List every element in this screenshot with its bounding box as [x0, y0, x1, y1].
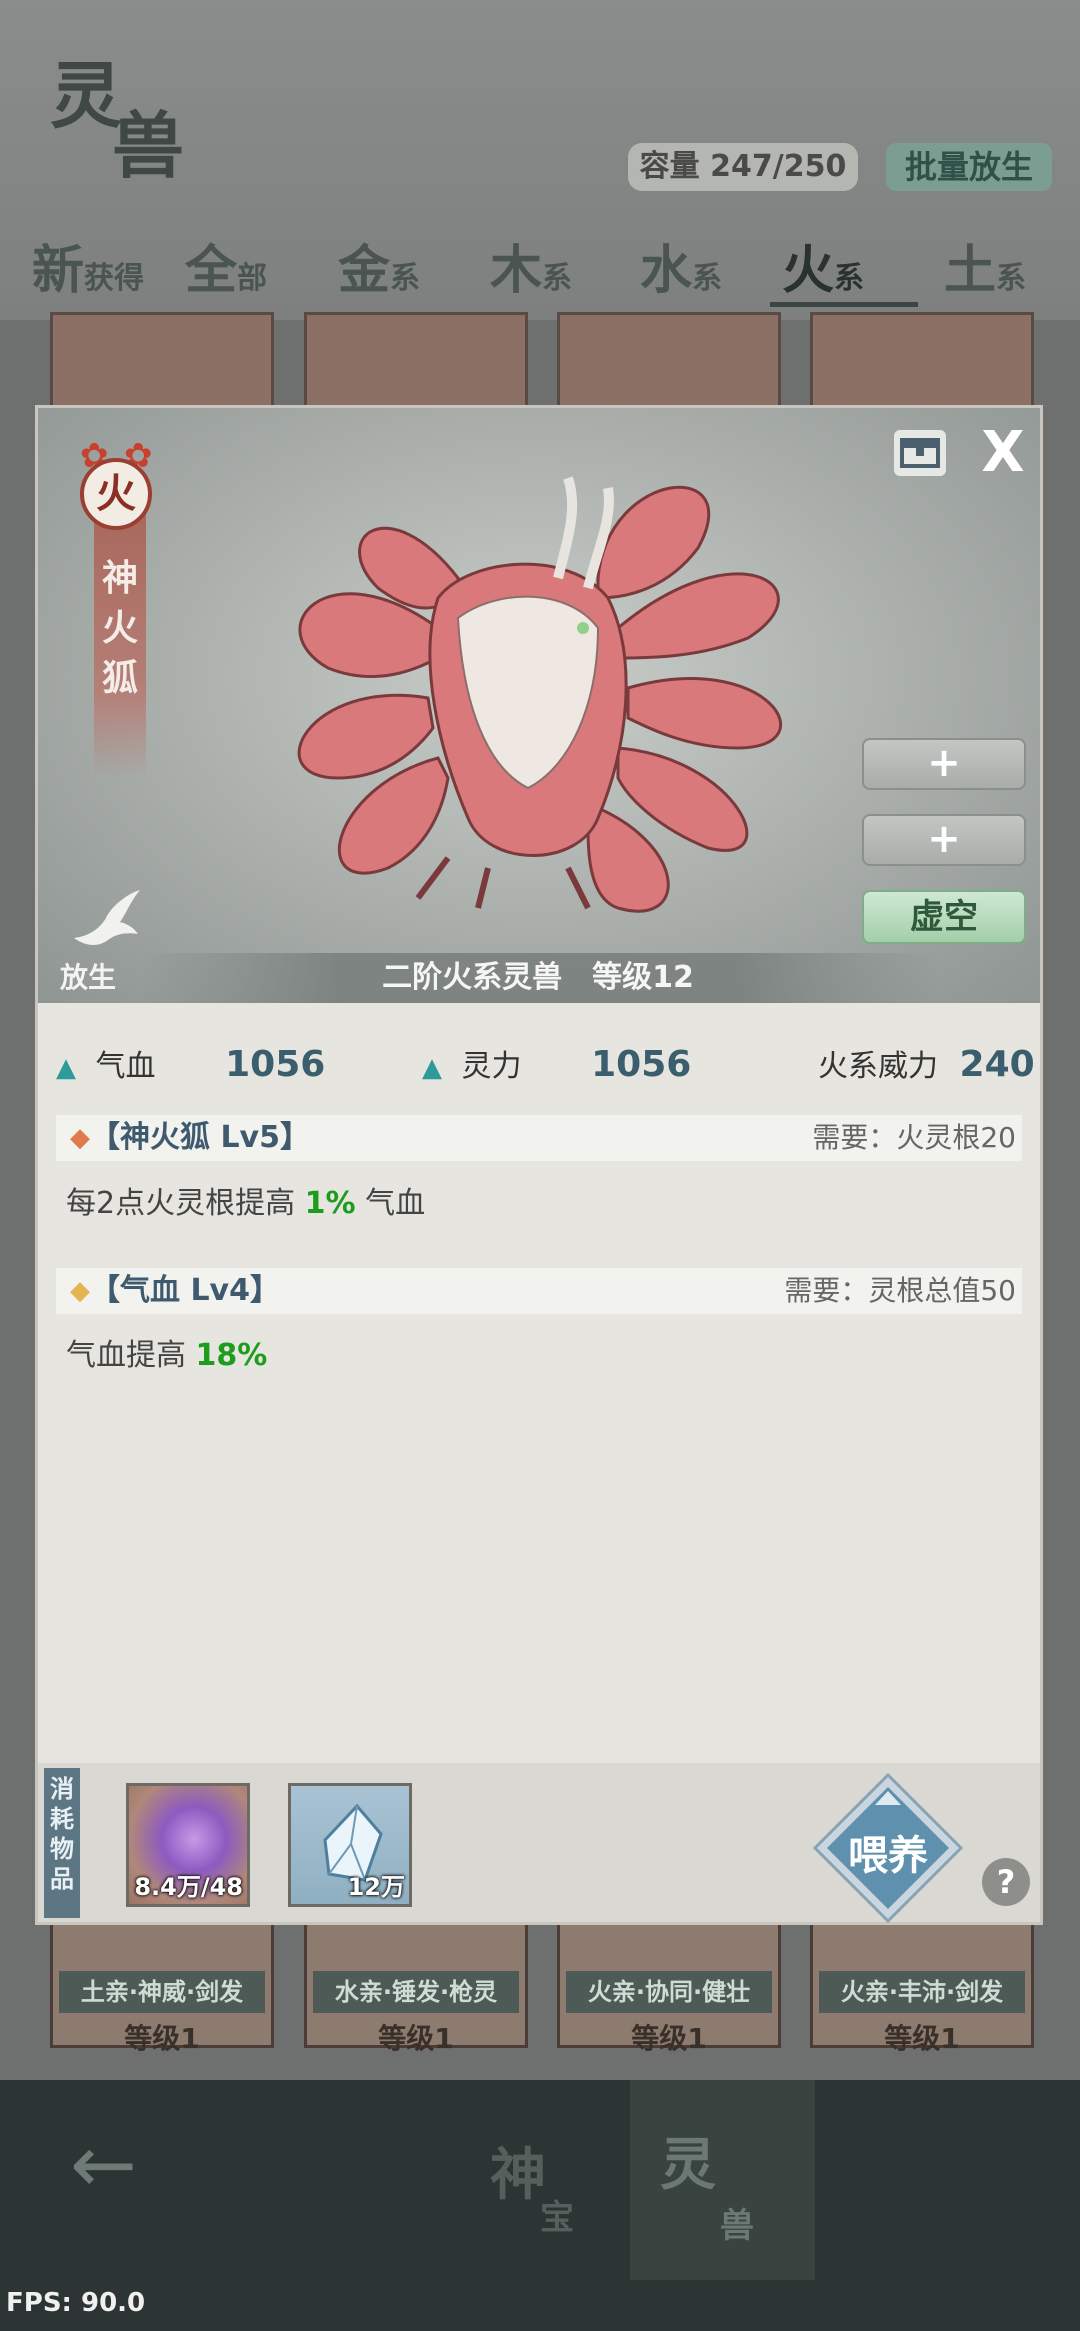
beast-portrait-area: ✿ ✿ 火 神火狐 放生 X + + 虚空 二阶火系灵兽 等级12 [38, 408, 1040, 1003]
item-spirit-crystal[interactable]: 12万 [288, 1783, 412, 1907]
release-button[interactable]: 放生 [60, 888, 150, 994]
release-label: 放生 [60, 961, 117, 994]
void-slot-button[interactable]: 虚空 [862, 890, 1026, 944]
tab-wood[interactable]: 木系 [490, 228, 572, 301]
beast-name-banner: ✿ ✿ 火 神火狐 [80, 436, 160, 798]
rank-level-label: 二阶火系灵兽 等级12 [138, 953, 938, 1003]
skill-header: ◆ 【气血 Lv4】 需要：灵根总值50 [56, 1268, 1022, 1314]
nav-divine-treasure[interactable]: 神 宝 [490, 2110, 610, 2260]
beast-card-tags: 火亲·丰沛·剑发 [819, 1971, 1025, 2013]
item-quantity: 8.4万/48 [134, 1873, 243, 1901]
beast-card[interactable] [304, 312, 528, 415]
back-arrow-icon[interactable]: ← [70, 2125, 170, 2205]
diamond-icon: ◆ [70, 1276, 90, 1306]
tab-metal[interactable]: 金系 [338, 228, 420, 301]
diamond-icon: ◆ [70, 1123, 90, 1153]
skill-header: ◆ 【神火狐 Lv5】 需要：火灵根20 [56, 1115, 1022, 1161]
feed-label: 喂养 [848, 1833, 928, 1879]
tab-earth[interactable]: 土系 [944, 228, 1026, 301]
stat-spirit-value: 1056 [591, 1044, 692, 1085]
stat-spirit: ▲ 灵力 1056 [422, 1040, 691, 1090]
tab-new[interactable]: 新获得 [32, 228, 144, 301]
skill-title: 【气血 Lv4】 [90, 1273, 280, 1308]
beast-card[interactable]: 土亲·神威·剑发 等级1 [50, 1925, 274, 2055]
beast-card[interactable] [557, 312, 781, 415]
beast-card-tags: 火亲·协同·健壮 [566, 1971, 772, 2013]
tab-fire[interactable]: 火系 [782, 228, 864, 301]
help-icon[interactable]: ? [982, 1858, 1030, 1906]
dove-icon [74, 890, 140, 945]
capacity-counter: 容量 247/250 [628, 143, 858, 191]
nine-tailed-fox-illustration [297, 476, 783, 913]
beast-card-level: 等级1 [124, 2022, 200, 2055]
chest-icon[interactable] [894, 430, 946, 476]
batch-release-button[interactable]: 批量放生 [886, 143, 1052, 191]
spirit-beast-logo: 灵 兽 [20, 40, 220, 200]
triangle-up-icon: ▲ [422, 1053, 442, 1083]
stat-spirit-label: 灵力 [461, 1049, 522, 1084]
tab-all[interactable]: 全部 [185, 228, 267, 301]
skill-description: 气血提高 18% [66, 1338, 268, 1373]
stat-fire-power-value: 240 [959, 1044, 1035, 1085]
item-purple-orb[interactable]: 8.4万/48 [126, 1783, 250, 1907]
beast-card[interactable] [50, 312, 274, 415]
beast-card[interactable]: 水亲·锤发·枪灵 等级1 [304, 1925, 528, 2055]
skill-title: 【神火狐 Lv5】 [90, 1120, 310, 1155]
beast-card-level: 等级1 [884, 2022, 960, 2055]
stat-hp-label: 气血 [95, 1049, 156, 1084]
beast-card-level: 等级1 [378, 2022, 454, 2055]
fps-counter: FPS: 90.0 [6, 2288, 146, 2318]
add-slot-button[interactable]: + [862, 814, 1026, 866]
beast-detail-modal: ✿ ✿ 火 神火狐 放生 X + + 虚空 二阶火系灵兽 等级12 ▲ 气血 1… [35, 405, 1043, 1925]
beast-card[interactable]: 火亲·协同·健壮 等级1 [557, 1925, 781, 2055]
skill-description: 每2点火灵根提高 1% 气血 [66, 1186, 426, 1221]
stat-fire-power: 火系威力 240 [818, 1040, 1035, 1090]
fire-element-badge: 火 [80, 458, 152, 530]
beast-card[interactable]: 火亲·丰沛·剑发 等级1 [810, 1925, 1034, 2055]
item-quantity: 12万 [347, 1873, 405, 1901]
stat-hp: ▲ 气血 1056 [56, 1040, 325, 1090]
stat-fire-power-label: 火系威力 [818, 1049, 938, 1084]
feed-button[interactable]: 喂养 [812, 1772, 964, 1924]
close-icon[interactable]: X [976, 425, 1030, 481]
skill-requirement: 需要：灵根总值50 [784, 1274, 1016, 1307]
nav-spirit-beast[interactable]: 灵 兽 [630, 2080, 815, 2280]
beast-card-tags: 水亲·锤发·枪灵 [313, 1971, 519, 2013]
beast-card-level: 等级1 [631, 2022, 707, 2055]
tab-water[interactable]: 水系 [640, 228, 722, 301]
consume-items-label: 消耗物品 [44, 1768, 80, 1918]
active-tab-indicator [770, 302, 918, 307]
add-slot-button[interactable]: + [862, 738, 1026, 790]
skill-requirement: 需要：火灵根20 [812, 1121, 1016, 1154]
beast-name: 神火狐 [101, 557, 138, 699]
beast-card[interactable] [810, 312, 1034, 415]
logo-char-2: 兽 [112, 103, 185, 188]
beast-card-tags: 土亲·神威·剑发 [59, 1971, 265, 2013]
stat-hp-value: 1056 [225, 1044, 326, 1085]
triangle-up-icon: ▲ [56, 1053, 76, 1083]
